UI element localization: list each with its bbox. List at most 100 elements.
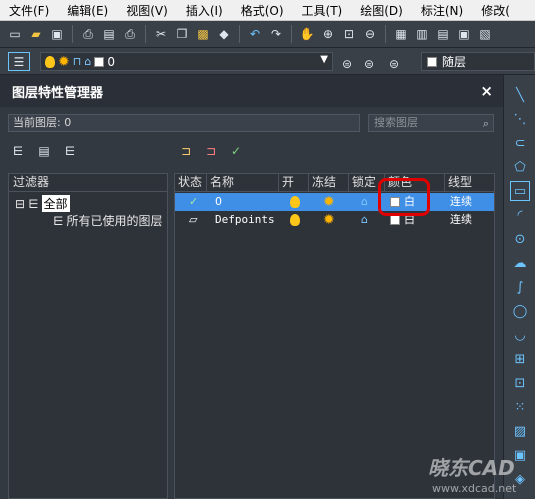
zoom-previous-icon[interactable]: ⊖ (361, 25, 379, 43)
hatch-icon[interactable]: ▨ (510, 421, 530, 441)
paste-icon[interactable]: ▩ (194, 25, 212, 43)
spline-icon[interactable]: ∫ (510, 277, 530, 297)
on-bulb-icon[interactable] (290, 211, 300, 229)
layer-properties-manager: 图层特性管理器 × 当前图层: 0 搜索图层 ⌕ ⋿ ▤ ⋿ ⊐ ⊐ ✓ 过滤器… (0, 75, 503, 499)
line-icon[interactable]: ╲ (510, 85, 530, 105)
ellipse-icon[interactable]: ◯ (510, 301, 530, 321)
watermark-url: www.xdcad.net (432, 482, 517, 495)
col-freeze[interactable]: 冻结 (309, 174, 349, 192)
cut-icon[interactable]: ✂ (152, 25, 170, 43)
standard-toolbar: ▭ ▰ ▣ ⎙ ▤ ⎙ ✂ ❐ ▩ ◆ ↶ ↷ ✋ ⊕ ⊡ ⊖ ▦ ▥ ▤ ▣ … (0, 21, 535, 48)
color-swatch (427, 56, 437, 67)
layer-name[interactable]: Defpoints (215, 211, 275, 229)
watermark-logo: 晓东CAD (428, 456, 515, 480)
col-on[interactable]: 开 (279, 174, 309, 192)
new-property-filter-icon[interactable]: ⋿ (8, 142, 28, 160)
polygon-icon[interactable]: ⬠ (510, 157, 530, 177)
markup-icon[interactable]: ▧ (476, 25, 494, 43)
tree-item-all[interactable]: ⊟ ⋿ 全部 (15, 195, 70, 212)
layer-manager-icon[interactable]: ☰ (8, 52, 30, 71)
menu-format[interactable]: 格式(O) (232, 2, 293, 19)
print-icon[interactable]: ⎙ (79, 25, 97, 43)
layer-linetype[interactable]: 连续 (450, 211, 472, 229)
rectangle-icon[interactable]: ▭ (510, 181, 530, 201)
layer-name[interactable]: 0 (215, 193, 222, 211)
plot-icon[interactable]: ⎙ (121, 25, 139, 43)
layer-on-bulb-icon (45, 55, 55, 68)
freeze-sun-icon[interactable]: ✹ (323, 211, 335, 229)
make-block-icon[interactable]: ⊡ (510, 373, 530, 393)
open-folder-icon[interactable]: ▰ (27, 25, 45, 43)
color-dropdown[interactable]: 随层 (421, 52, 535, 71)
layer-dropdown[interactable]: ✹ ⊓ ⌂ 0 ▼ (40, 52, 333, 71)
design-center-icon[interactable]: ▥ (413, 25, 431, 43)
close-icon[interactable]: × (480, 82, 493, 100)
point-icon[interactable]: ⁙ (510, 397, 530, 417)
properties-icon[interactable]: ▦ (392, 25, 410, 43)
insert-block-icon[interactable]: ⊞ (510, 349, 530, 369)
search-layer-input[interactable]: 搜索图层 ⌕ (368, 114, 494, 132)
revision-cloud-icon[interactable]: ☁ (510, 253, 530, 273)
menu-view[interactable]: 视图(V) (117, 2, 177, 19)
new-file-icon[interactable]: ▭ (6, 25, 24, 43)
col-name[interactable]: 名称 (207, 174, 279, 192)
new-layer-icon[interactable]: ⊐ (176, 142, 196, 160)
col-linetype[interactable]: 线型 (445, 174, 494, 192)
toolbar-separator (385, 25, 386, 43)
menu-draw[interactable]: 绘图(D) (351, 2, 412, 19)
layer-previous-icon[interactable]: ⊜ (360, 55, 378, 73)
calculator-icon[interactable]: ▣ (455, 25, 473, 43)
menu-bar: 文件(F) 编辑(E) 视图(V) 插入(I) 格式(O) 工具(T) 绘图(D… (0, 0, 535, 21)
search-placeholder: 搜索图层 (374, 116, 418, 129)
menu-modify[interactable]: 修改( (472, 2, 519, 19)
layer-table-header: 状态 名称 开 冻结 锁定 颜色 线型 (175, 174, 494, 192)
filter-header: 过滤器 (9, 174, 167, 192)
menu-insert[interactable]: 插入(I) (177, 2, 232, 19)
redo-icon[interactable]: ↷ (267, 25, 285, 43)
layer-list-pane: 状态 名称 开 冻结 锁定 颜色 线型 ✓ 0 ✹ ⌂ 白 连续 ▱ Defpo… (174, 173, 495, 499)
menu-edit[interactable]: 编辑(E) (58, 2, 117, 19)
color-dropdown-value: 随层 (442, 55, 467, 69)
status-current-icon: ✓ (189, 195, 199, 208)
layer-states-manager-icon[interactable]: ⋿ (60, 142, 80, 160)
filter-toolbar: ⋿ ▤ ⋿ (8, 140, 80, 162)
collapse-icon[interactable]: ⊟ (15, 197, 25, 211)
layer-linetype[interactable]: 连续 (450, 193, 472, 211)
unlock-icon[interactable]: ⌂ (361, 211, 368, 229)
toolbar-separator (291, 25, 292, 43)
red-highlight-annotation (378, 178, 430, 216)
save-icon[interactable]: ▣ (48, 25, 66, 43)
menu-dimension[interactable]: 标注(N) (412, 2, 472, 19)
new-group-filter-icon[interactable]: ▤ (34, 142, 54, 160)
table-row[interactable]: ▱ Defpoints ✹ ⌂ 白 连续 (175, 211, 494, 229)
undo-icon[interactable]: ↶ (246, 25, 264, 43)
polyline-icon[interactable]: ⊂ (510, 133, 530, 153)
delete-layer-icon[interactable]: ⊐ (201, 142, 221, 160)
set-current-icon[interactable]: ✓ (226, 142, 246, 160)
col-status[interactable]: 状态 (175, 174, 207, 192)
print-preview-icon[interactable]: ▤ (100, 25, 118, 43)
zoom-realtime-icon[interactable]: ⊕ (319, 25, 337, 43)
dropdown-arrow-icon: ▼ (320, 54, 328, 65)
ellipse-arc-icon[interactable]: ◡ (510, 325, 530, 345)
menu-file[interactable]: 文件(F) (0, 2, 58, 19)
tree-item-all-label: 全部 (41, 195, 70, 212)
construction-line-icon[interactable]: ⋱ (510, 109, 530, 129)
zoom-window-icon[interactable]: ⊡ (340, 25, 358, 43)
table-row[interactable]: ✓ 0 ✹ ⌂ 白 连续 (175, 193, 494, 211)
make-current-layer-icon[interactable]: ⊜ (338, 55, 356, 73)
pan-hand-icon[interactable]: ✋ (298, 25, 316, 43)
freeze-sun-icon[interactable]: ✹ (323, 193, 335, 211)
circle-icon[interactable]: ⊙ (510, 229, 530, 249)
tree-item-used-layers[interactable]: ⋿ 所有已使用的图层 (53, 212, 162, 229)
unlock-icon[interactable]: ⌂ (361, 193, 368, 211)
current-layer-label: 当前图层: 0 (8, 114, 360, 132)
arc-icon[interactable]: ◜ (510, 205, 530, 225)
copy-icon[interactable]: ❐ (173, 25, 191, 43)
filter-icon: ⋿ (28, 196, 39, 211)
tool-palettes-icon[interactable]: ▤ (434, 25, 452, 43)
layer-states-icon[interactable]: ⊜ (385, 55, 403, 73)
match-properties-icon[interactable]: ◆ (215, 25, 233, 43)
menu-tools[interactable]: 工具(T) (293, 2, 352, 19)
on-bulb-icon[interactable] (290, 193, 300, 211)
